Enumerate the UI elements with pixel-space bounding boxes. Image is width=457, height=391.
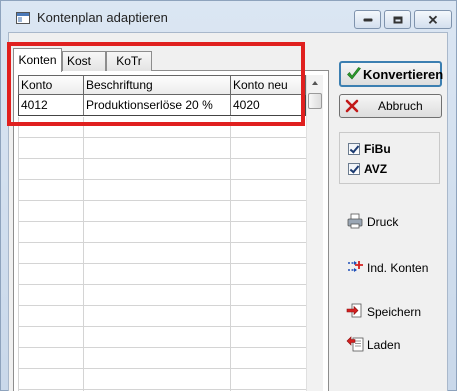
window-icon <box>16 12 30 24</box>
window-title: Kontenplan adaptieren <box>37 10 168 25</box>
maximize-button[interactable] <box>384 10 411 29</box>
accounts-table: Konto Beschriftung Konto neu 4012 Produk… <box>18 75 306 391</box>
avz-checkbox[interactable] <box>348 163 360 175</box>
minimize-button[interactable] <box>354 10 381 29</box>
cell-konto-neu[interactable]: 4020 <box>231 95 306 115</box>
ind-accounts-label: Ind. Konten <box>367 261 429 275</box>
tab-kost[interactable]: Kost <box>62 51 106 71</box>
cancel-x-icon <box>345 99 359 113</box>
tab-kotr[interactable]: KoTr <box>106 51 152 71</box>
title-bar[interactable]: Kontenplan adaptieren ✕ <box>1 1 456 31</box>
printer-icon <box>347 213 363 229</box>
column-header-beschriftung[interactable]: Beschriftung <box>84 76 231 94</box>
maximize-icon <box>393 16 402 23</box>
avz-label[interactable]: AVZ <box>364 162 387 176</box>
empty-table-rows[interactable] <box>18 117 306 391</box>
print-label: Druck <box>367 215 399 229</box>
vertical-scrollbar[interactable] <box>306 75 323 391</box>
minimize-icon <box>363 18 372 21</box>
scroll-thumb[interactable] <box>308 93 322 109</box>
save-label: Speichern <box>367 305 422 319</box>
table-header: Konto Beschriftung Konto neu <box>18 75 306 95</box>
convert-label: Konvertieren <box>363 66 444 82</box>
fibu-label[interactable]: FiBu <box>364 142 391 156</box>
cancel-button[interactable]: Abbruch <box>339 94 442 118</box>
checkmark-icon <box>347 67 361 80</box>
save-arrow-icon <box>346 303 362 318</box>
load-label: Laden <box>367 338 401 352</box>
ind-accounts-icon <box>348 261 363 272</box>
convert-button[interactable]: Konvertieren <box>339 61 444 87</box>
options-group <box>339 132 440 184</box>
cancel-label: Abbruch <box>378 99 423 113</box>
cell-konto[interactable]: 4012 <box>19 95 84 115</box>
tab-konten[interactable]: Konten <box>13 48 62 72</box>
load-arrow-icon <box>346 336 364 352</box>
cell-beschriftung[interactable]: Produktionserlöse 20 % <box>84 95 231 115</box>
table-row[interactable]: 4012 Produktionserlöse 20 % 4020 <box>18 95 306 116</box>
fibu-checkbox[interactable] <box>348 143 360 155</box>
close-icon: ✕ <box>427 12 439 27</box>
scroll-up-icon[interactable] <box>307 75 323 92</box>
close-button[interactable]: ✕ <box>414 10 452 29</box>
column-header-konto[interactable]: Konto <box>19 76 84 94</box>
column-header-konto-neu[interactable]: Konto neu <box>231 76 306 94</box>
